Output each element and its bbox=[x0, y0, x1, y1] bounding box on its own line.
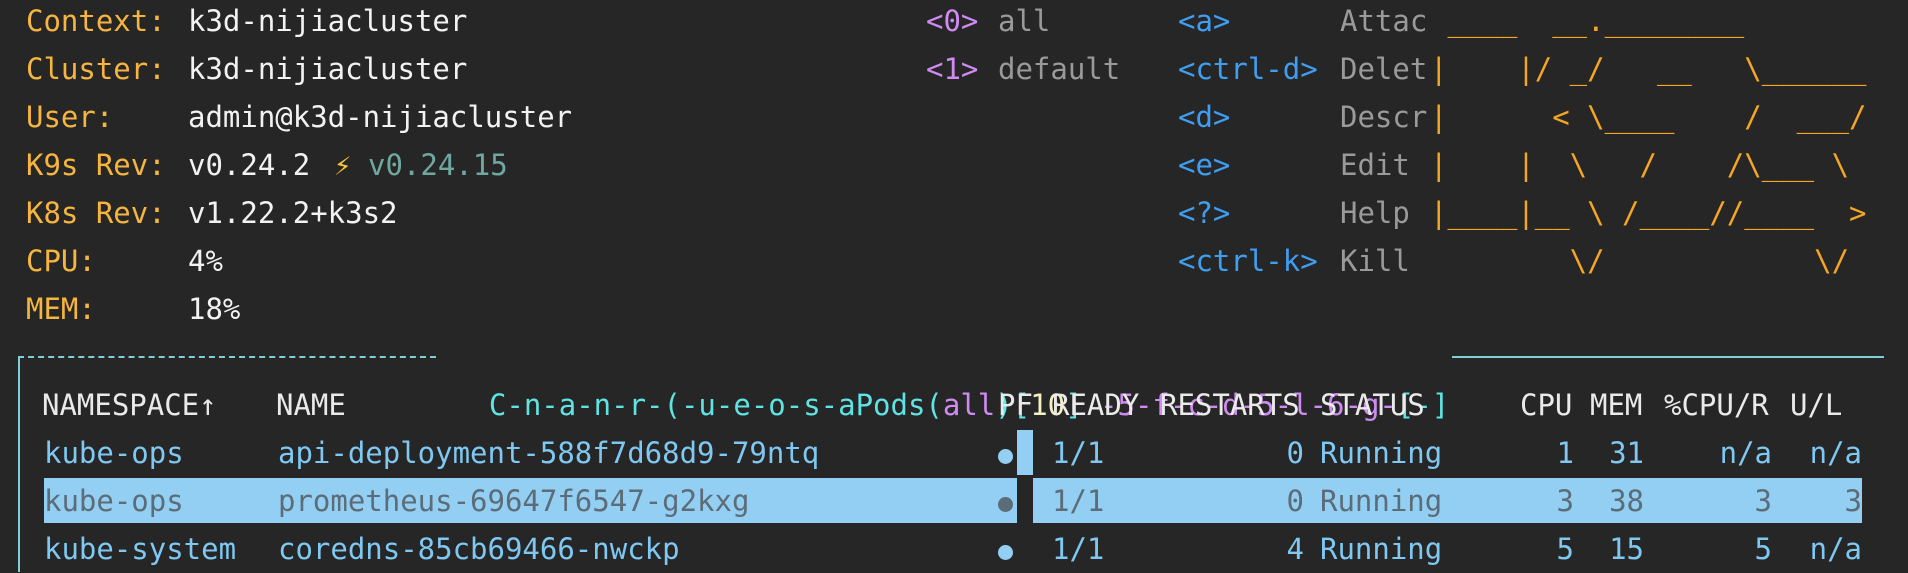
cell-cpu-r: n/a bbox=[1719, 436, 1772, 470]
cell-namespace: kube-system bbox=[44, 532, 237, 566]
cell-ready: 1/1 bbox=[1052, 484, 1105, 518]
cell-status: Running bbox=[1320, 532, 1443, 566]
frame-border-top-left bbox=[18, 356, 436, 358]
column-header-ul[interactable]: U/L bbox=[1790, 381, 1842, 429]
frame-border-left bbox=[18, 356, 20, 572]
cell-ready: 1/1 bbox=[1052, 436, 1105, 470]
info-value-k8s-rev: v1.22.2+k3s2 bbox=[188, 196, 398, 230]
info-label-k8s-rev: K8s Rev: bbox=[26, 196, 166, 230]
cell-ul: n/a bbox=[1809, 532, 1862, 566]
pf-dot-icon bbox=[998, 449, 1013, 464]
namespace-key-0[interactable]: <0> bbox=[926, 0, 978, 45]
column-header-name[interactable]: NAME bbox=[276, 381, 346, 429]
cell-restarts: 0 bbox=[1286, 436, 1304, 470]
hotkey-action-help[interactable]: Help bbox=[1340, 189, 1410, 237]
hotkey-action-attach[interactable]: Attac bbox=[1340, 0, 1427, 45]
column-header-pf[interactable]: PF bbox=[998, 381, 1033, 429]
logo-line: |____|__ \ /____//____ > bbox=[1430, 196, 1867, 230]
cell-mem: 38 bbox=[1609, 484, 1644, 518]
cell-name: prometheus-69647f6547-g2kxg bbox=[278, 484, 750, 518]
cell-name: coredns-85cb69466-nwckp bbox=[278, 532, 680, 566]
namespace-name-default[interactable]: default bbox=[998, 45, 1120, 93]
info-value-k9s-rev: v0.24.2 bbox=[188, 148, 311, 182]
column-header-namespace[interactable]: NAMESPACE↑ bbox=[42, 381, 217, 429]
pf-dot-icon bbox=[998, 497, 1013, 512]
frame-title-scope: all bbox=[942, 388, 996, 422]
info-value-cpu: 4% bbox=[188, 244, 223, 278]
info-value-cluster: k3d-nijiacluster bbox=[188, 52, 468, 86]
logo-line: | < \____ / ___/ bbox=[1430, 100, 1867, 134]
info-label-k9s-rev: K9s Rev: bbox=[26, 148, 166, 182]
cell-ul: n/a bbox=[1809, 436, 1862, 470]
cell-ready: 1/1 bbox=[1052, 532, 1105, 566]
cell-cpu: 5 bbox=[1556, 532, 1574, 566]
info-label-cpu: CPU: bbox=[26, 244, 96, 278]
frame-title: C-n-a-n-r-(-u-e-o-s-aPods(all)[10] -5-f-… bbox=[488, 388, 1450, 422]
cell-restarts: 4 bbox=[1286, 532, 1304, 566]
hotkey-action-describe[interactable]: Descr bbox=[1340, 93, 1427, 141]
column-header-restarts[interactable]: RESTARTS bbox=[1160, 381, 1300, 429]
cell-cpu-r: 5 bbox=[1754, 532, 1772, 566]
info-k9s-latest: v0.24.15 bbox=[368, 148, 508, 182]
hotkey-action-edit[interactable]: Edit bbox=[1340, 141, 1410, 189]
frame-title-glitch: C-n-a-n-r-(-u-e-o-s-a bbox=[488, 388, 856, 422]
cell-mem: 15 bbox=[1609, 532, 1644, 566]
cell-namespace: kube-ops bbox=[44, 436, 184, 470]
logo-line: | | \ / /\___ \ bbox=[1430, 148, 1850, 182]
pf-column-marker bbox=[1017, 430, 1033, 475]
cell-cpu: 1 bbox=[1556, 436, 1574, 470]
info-label-context: Context: bbox=[26, 4, 166, 38]
hotkey-action-kill[interactable]: Kill bbox=[1340, 237, 1410, 285]
info-value-context: k3d-nijiacluster bbox=[188, 4, 468, 38]
cell-status: Running bbox=[1320, 484, 1443, 518]
hotkey-key-edit[interactable]: <e> bbox=[1178, 141, 1230, 189]
namespace-key-1[interactable]: <1> bbox=[926, 45, 978, 93]
lightning-icon: ⚡ bbox=[334, 148, 352, 182]
hotkey-key-kill[interactable]: <ctrl-k> bbox=[1178, 237, 1318, 285]
column-header-cpu[interactable]: CPU bbox=[1520, 381, 1572, 429]
cell-status: Running bbox=[1320, 436, 1443, 470]
hotkey-key-describe[interactable]: <d> bbox=[1178, 93, 1230, 141]
logo-line: | |/ _/ __ \______ bbox=[1430, 52, 1867, 86]
hotkey-key-delete[interactable]: <ctrl-d> bbox=[1178, 45, 1318, 93]
cell-cpu: 3 bbox=[1556, 484, 1574, 518]
column-header-ready[interactable]: READY bbox=[1052, 381, 1139, 429]
logo-line: ____ __.________ bbox=[1430, 4, 1745, 38]
hotkey-key-attach[interactable]: <a> bbox=[1178, 0, 1230, 45]
info-label-user: User: bbox=[26, 100, 114, 134]
info-label-mem: MEM: bbox=[26, 292, 96, 326]
cell-ul: 3 bbox=[1844, 484, 1862, 518]
cell-name: api-deployment-588f7d68d9-79ntq bbox=[278, 436, 820, 470]
column-header-cpu-r[interactable]: %CPU/R bbox=[1664, 381, 1769, 429]
frame-border-top-right bbox=[1452, 356, 1884, 358]
hotkey-action-delete[interactable]: Delet bbox=[1340, 45, 1427, 93]
pf-dot-icon bbox=[998, 545, 1013, 560]
logo-line: \/ \/ bbox=[1430, 244, 1850, 278]
pf-column-gap bbox=[1017, 478, 1033, 523]
info-value-mem: 18% bbox=[188, 292, 241, 326]
hotkey-key-help[interactable]: <?> bbox=[1178, 189, 1230, 237]
namespace-name-all[interactable]: all bbox=[998, 0, 1050, 45]
cell-restarts: 0 bbox=[1286, 484, 1304, 518]
frame-title-resource: Pods bbox=[855, 388, 926, 422]
info-label-cluster: Cluster: bbox=[26, 52, 166, 86]
cell-mem: 31 bbox=[1609, 436, 1644, 470]
info-value-user: admin@k3d-nijiacluster bbox=[188, 100, 573, 134]
column-header-mem[interactable]: MEM bbox=[1590, 381, 1642, 429]
cell-namespace: kube-ops bbox=[44, 484, 184, 518]
column-header-status[interactable]: STATUS bbox=[1320, 381, 1425, 429]
cell-cpu-r: 3 bbox=[1754, 484, 1772, 518]
